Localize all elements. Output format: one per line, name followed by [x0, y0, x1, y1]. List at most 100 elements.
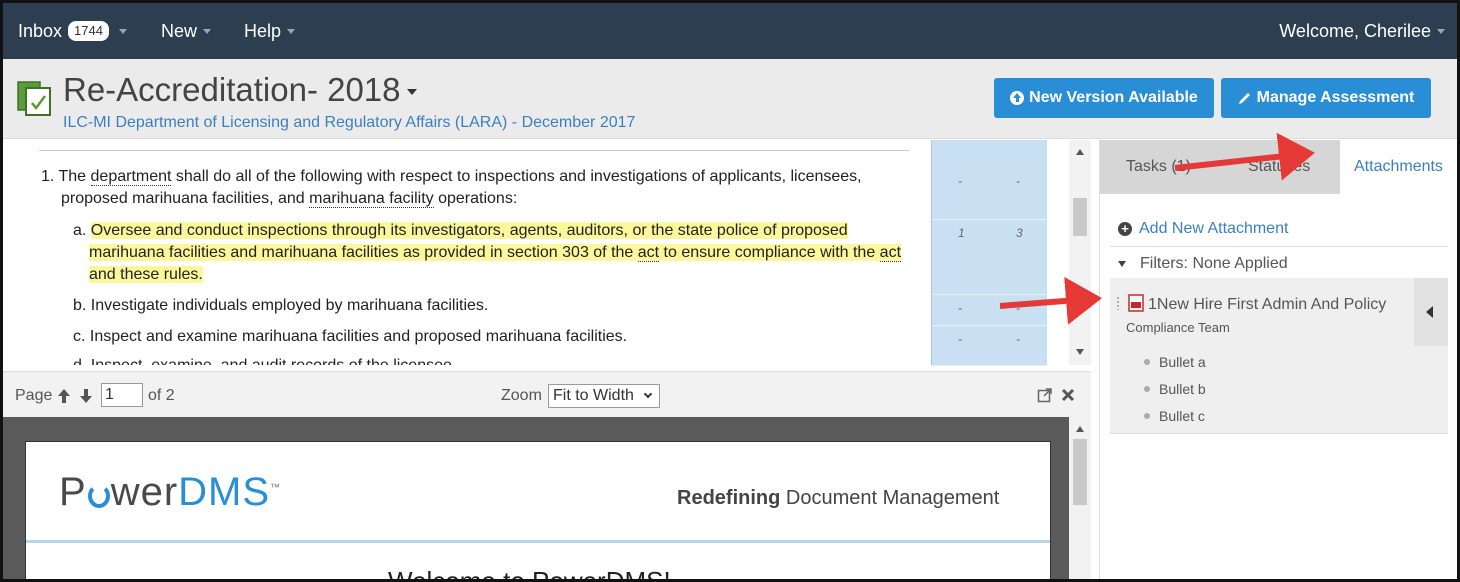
text: proposed marihuana facilities, and: [61, 190, 310, 207]
nav-help-label: Help: [244, 20, 282, 41]
divider: [1110, 433, 1448, 434]
divider: [39, 150, 909, 151]
scroll-thumb[interactable]: [1073, 439, 1087, 505]
bullet-text: Bullet c: [1159, 408, 1205, 424]
item-letter: b.: [73, 297, 87, 314]
score-value: 1: [958, 226, 965, 240]
collapse-attachment-button[interactable]: [1414, 278, 1448, 346]
nav-help[interactable]: Help: [244, 3, 296, 59]
bullet-icon: [1144, 359, 1150, 365]
list-item: Bullet b: [1144, 381, 1206, 397]
score-row[interactable]: - -: [932, 140, 1048, 220]
scroll-up-icon[interactable]: [1076, 426, 1084, 432]
zoom-value: Fit to Width: [553, 387, 634, 404]
add-attachment-label: Add New Attachment: [1139, 220, 1289, 237]
plus-circle-icon: +: [1118, 222, 1132, 236]
drag-handle-icon[interactable]: [1116, 296, 1120, 310]
chevron-down-icon: [1437, 28, 1445, 34]
attachment-name[interactable]: 1New Hire First Admin And Policy: [1148, 296, 1386, 314]
highlighted-text: and these rules.: [89, 266, 203, 283]
glossary-term-link[interactable]: act: [637, 244, 660, 262]
caret-down-icon: [406, 89, 417, 95]
score-row[interactable]: 1 3: [932, 220, 1048, 295]
nav-inbox-label: Inbox: [18, 20, 63, 41]
item-a-line-3: and these rules.: [89, 266, 203, 284]
new-version-label: New Version Available: [1029, 89, 1198, 106]
external-link-icon[interactable]: [1037, 387, 1053, 403]
item-d: d. Inspect, examine, and audit records o…: [73, 357, 456, 365]
arrow-down-icon[interactable]: [79, 388, 93, 404]
document-check-icon: [17, 81, 51, 116]
chevron-down-icon: [643, 389, 653, 399]
new-version-button[interactable]: New Version Available: [994, 78, 1214, 118]
item-text: Inspect and examine marihuana facilities…: [89, 328, 628, 345]
score-row[interactable]: - -: [932, 295, 1048, 326]
glossary-term-link[interactable]: marihuana facility: [309, 190, 434, 208]
trademark: ™: [270, 482, 282, 494]
bullet-icon: [1144, 413, 1150, 419]
highlighted-text: marihuana facilities and marihuana facil…: [89, 244, 638, 261]
arrow-up-icon[interactable]: [57, 388, 71, 404]
tagline-rest: Document Management: [780, 487, 1000, 509]
tab-attachments[interactable]: Attachments: [1340, 140, 1457, 194]
score-value: -: [1016, 332, 1020, 346]
score-value: -: [958, 301, 962, 315]
text: shall do all of the following with respe…: [171, 168, 862, 185]
divider: [1110, 246, 1448, 247]
content-scrollbar[interactable]: [1069, 140, 1091, 365]
glossary-term-link[interactable]: department: [90, 168, 172, 186]
chevron-down-icon: [118, 28, 127, 34]
page-count: of 2: [148, 387, 175, 404]
tab-tasks[interactable]: Tasks (1): [1126, 140, 1191, 194]
nav-new[interactable]: New: [161, 3, 212, 59]
item-number: 1.: [41, 168, 55, 185]
tab-statuses[interactable]: Statuses: [1248, 140, 1310, 194]
page-number-input[interactable]: [101, 383, 143, 407]
scroll-thumb[interactable]: [1073, 198, 1087, 236]
scroll-down-icon[interactable]: [1076, 349, 1084, 355]
divider: [26, 540, 1050, 543]
page-title[interactable]: Re-Accreditation- 2018: [63, 71, 417, 109]
list-item: Bullet c: [1144, 408, 1205, 424]
attachment-item[interactable]: 1New Hire First Admin And Policy Complia…: [1110, 278, 1448, 433]
item-letter: c.: [73, 328, 86, 345]
manage-assessment-label: Manage Assessment: [1256, 89, 1415, 106]
pencil-icon: [1238, 93, 1250, 104]
item-1-line-1: 1. The department shall do all of the fo…: [41, 168, 862, 186]
highlighted-text: Oversee and conduct inspections through …: [90, 222, 848, 239]
highlighted-text: to ensure compliance with the: [659, 244, 880, 261]
score-value: -: [958, 174, 962, 188]
pdf-scrollbar[interactable]: [1069, 417, 1091, 579]
zoom-select[interactable]: Fit to Width: [548, 384, 660, 408]
standard-content: 1. The department shall do all of the fo…: [3, 140, 931, 365]
glossary-term-link[interactable]: act: [879, 244, 902, 262]
tagline-bold: Redefining: [677, 487, 781, 509]
arrow-circle-up-icon: [1010, 91, 1025, 105]
filters-toggle[interactable]: Filters: None Applied: [1118, 255, 1288, 273]
list-item: Bullet a: [1144, 354, 1206, 370]
score-row[interactable]: - -: [932, 326, 1048, 366]
power-icon: [87, 484, 110, 508]
score-value: 3: [1016, 226, 1023, 240]
bullet-text: Bullet b: [1159, 381, 1206, 397]
nav-inbox[interactable]: Inbox 1744: [18, 3, 127, 59]
manage-assessment-button[interactable]: Manage Assessment: [1221, 78, 1431, 118]
text: The: [58, 168, 91, 185]
close-icon[interactable]: [1061, 388, 1075, 402]
attachment-team: Compliance Team: [1126, 320, 1230, 335]
inbox-count-badge: 1744: [68, 21, 109, 41]
zoom-label: Zoom: [501, 387, 542, 404]
scroll-up-icon[interactable]: [1076, 149, 1084, 155]
item-1-line-2: proposed marihuana facilities, and marih…: [61, 190, 517, 208]
page-title-text: Re-Accreditation- 2018: [63, 71, 401, 108]
document-viewer-toolbar: Page of 2 Zoom Fit to Width: [3, 371, 1091, 417]
add-attachment-link[interactable]: + Add New Attachment: [1118, 220, 1288, 238]
nav-user-menu[interactable]: Welcome, Cherilee: [1279, 3, 1445, 59]
powerdms-logo: PwerDMS™: [59, 470, 281, 515]
top-navbar: Inbox 1744 New Help Welcome, Cherilee: [3, 3, 1457, 59]
logo-text: DMS: [178, 470, 271, 514]
item-text: Inspect, examine, and audit records of t…: [91, 357, 457, 365]
item-b: b. Investigate individuals employed by m…: [73, 297, 488, 315]
page-subtitle[interactable]: ILC-MI Department of Licensing and Regul…: [63, 114, 635, 132]
item-text: Investigate individuals employed by mari…: [90, 297, 489, 314]
